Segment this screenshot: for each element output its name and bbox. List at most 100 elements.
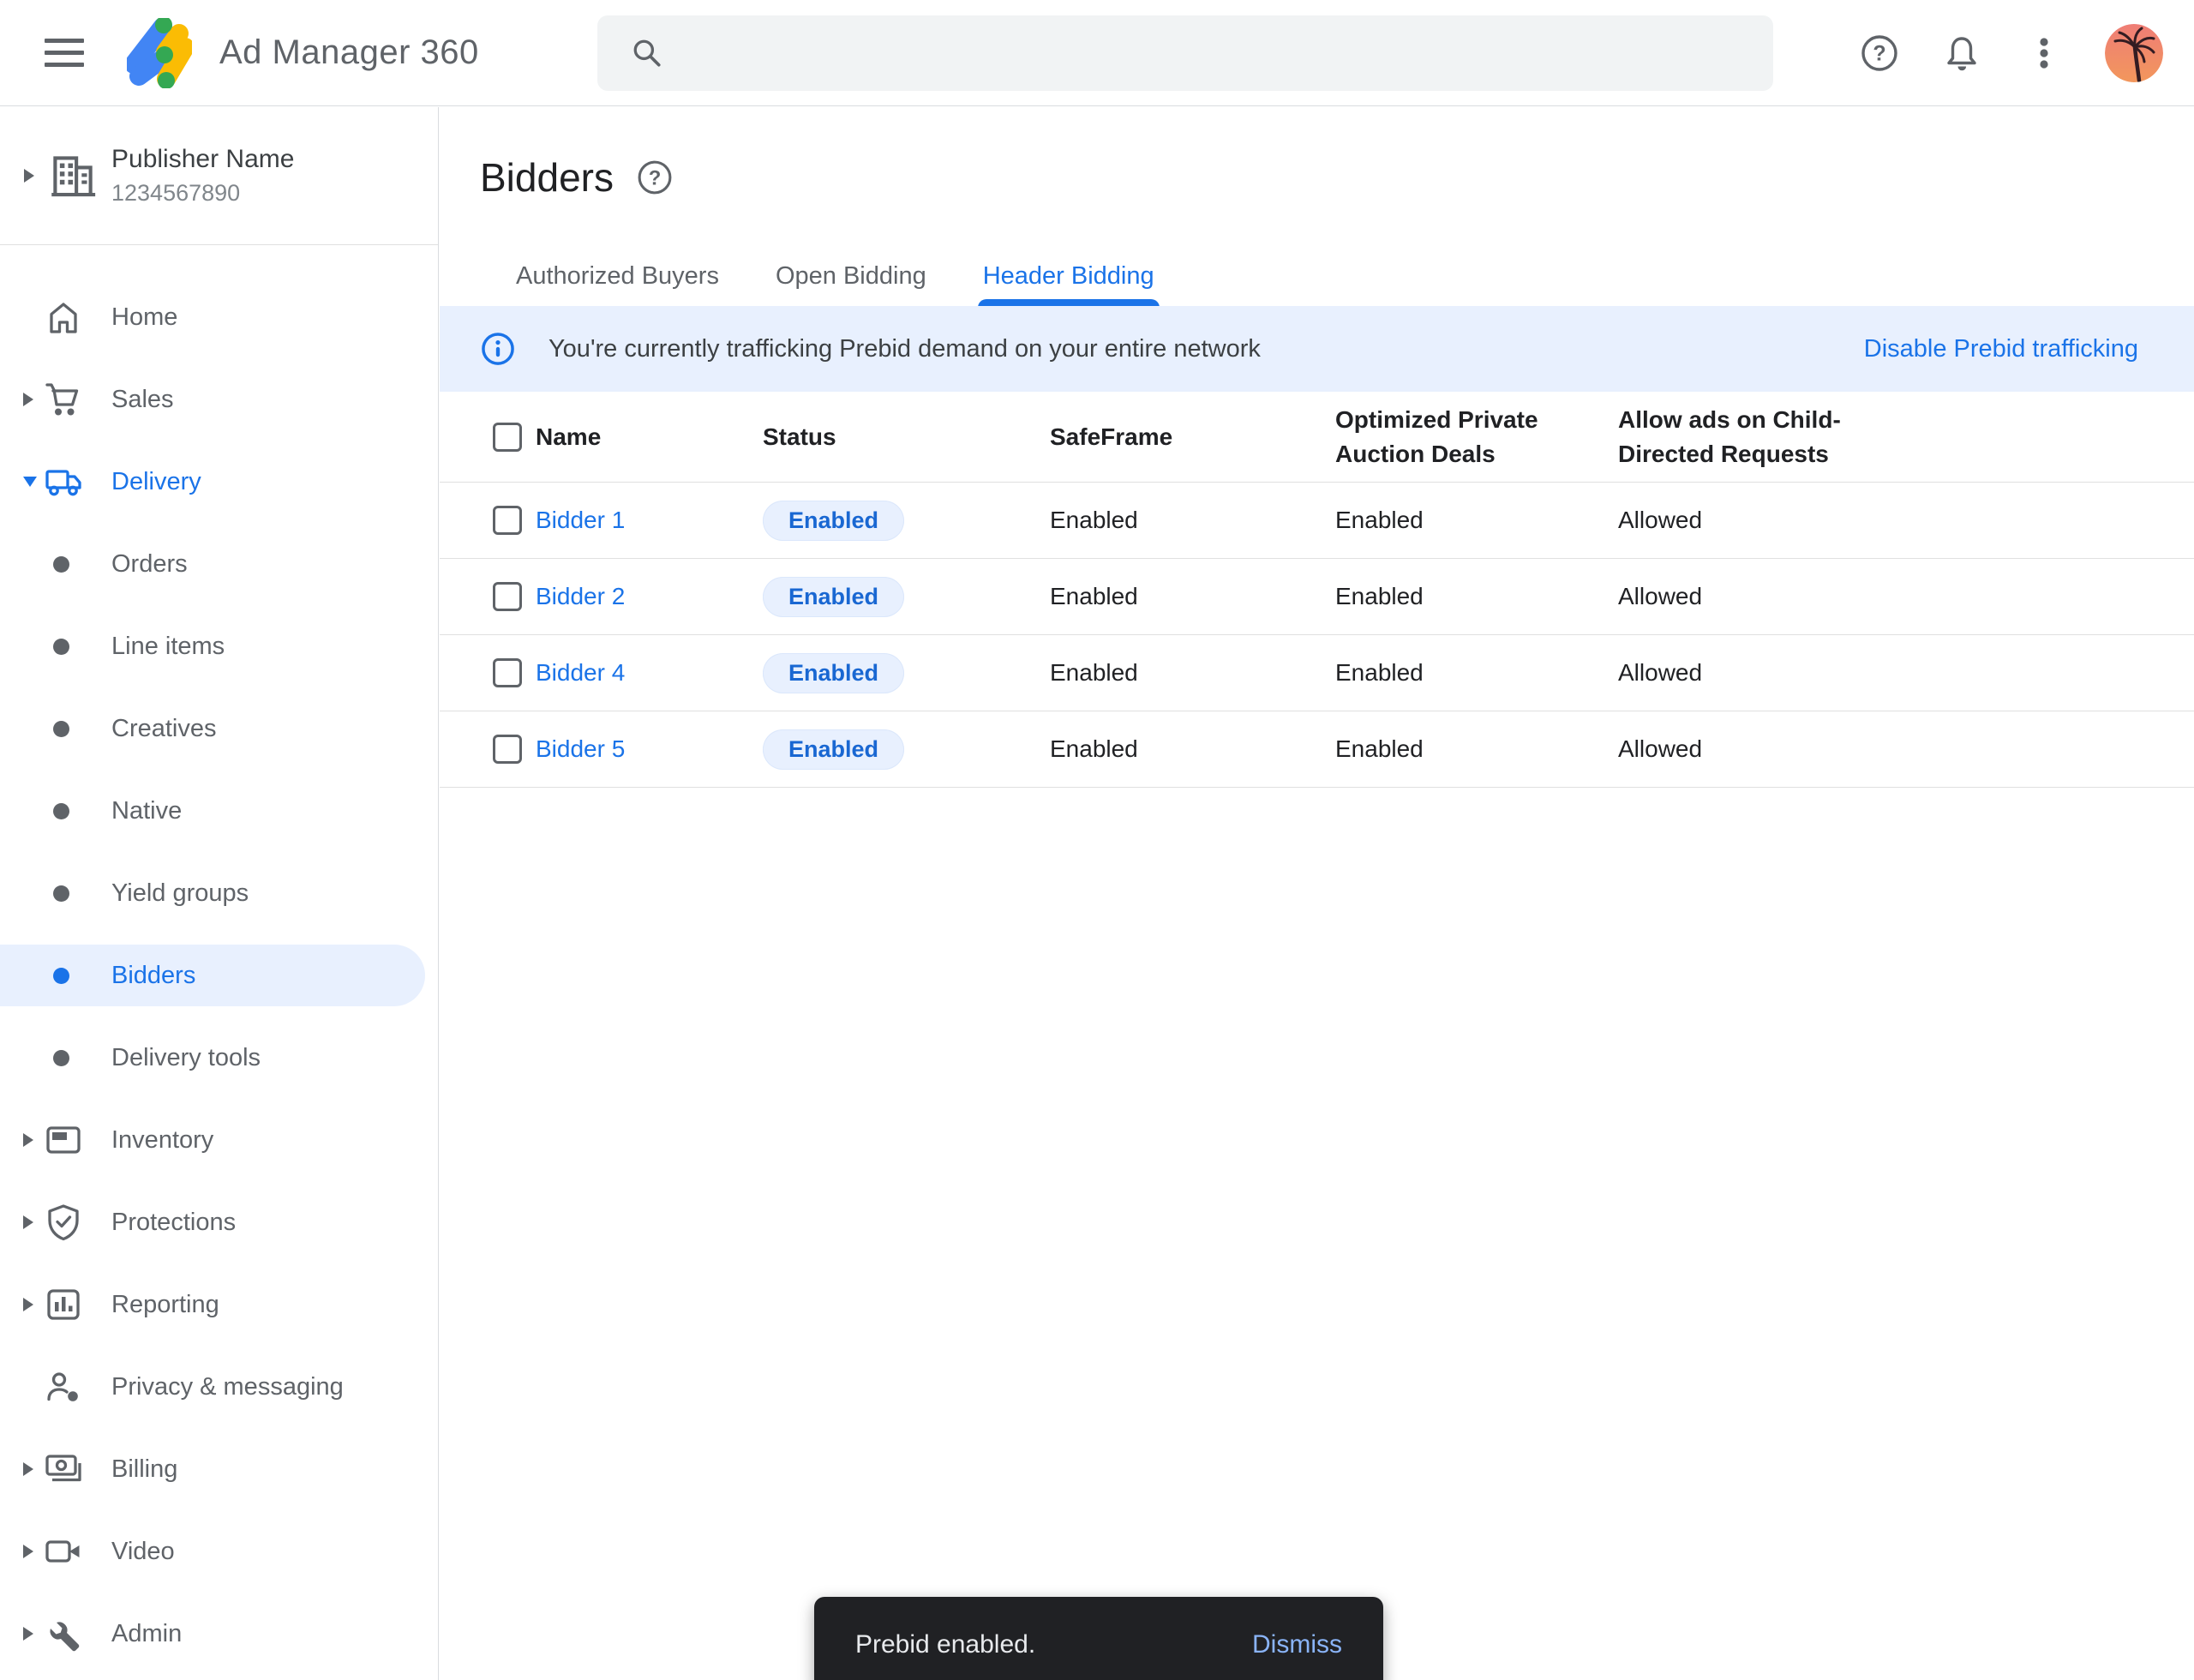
table-row: Bidder 4 Enabled Enabled Enabled Allowed xyxy=(440,635,2194,711)
info-icon xyxy=(480,331,516,367)
column-header-optimized-private-auction-deals: Optimized Private Auction Deals xyxy=(1335,403,1618,471)
bullet-dot-icon xyxy=(53,1050,69,1066)
bidder-link[interactable]: Bidder 2 xyxy=(536,583,625,609)
chevron-right-icon xyxy=(24,169,34,183)
column-header-child-directed: Allow ads on Child- Directed Requests xyxy=(1618,403,2194,471)
sidebar-item-privacy-messaging[interactable]: Privacy & messaging xyxy=(0,1346,438,1428)
status-badge: Enabled xyxy=(763,653,904,693)
disable-prebid-trafficking-link[interactable]: Disable Prebid trafficking xyxy=(1864,335,2138,363)
sidebar-item-sales[interactable]: Sales xyxy=(0,358,438,441)
chevron-right-icon xyxy=(23,1215,33,1229)
chevron-right-icon xyxy=(23,1462,33,1476)
bidder-link[interactable]: Bidder 4 xyxy=(536,659,625,686)
tab-open-bidding[interactable]: Open Bidding xyxy=(776,255,926,297)
row-checkbox[interactable] xyxy=(493,506,522,535)
sidebar-item-delivery[interactable]: Delivery xyxy=(0,441,438,523)
optimized-deals-value: Enabled xyxy=(1335,507,1618,534)
sidebar-nav: Publisher Name 1234567890 Home Sales xyxy=(0,107,439,1680)
help-button[interactable]: ? xyxy=(1858,32,1901,75)
bidder-link[interactable]: Bidder 1 xyxy=(536,507,625,533)
safeframe-value: Enabled xyxy=(1050,507,1335,534)
sidebar-item-bidders[interactable]: Bidders xyxy=(0,934,438,1017)
truck-icon xyxy=(43,461,84,502)
sidebar-item-home[interactable]: Home xyxy=(0,276,438,358)
optimized-deals-value: Enabled xyxy=(1335,583,1618,610)
svg-text:?: ? xyxy=(1873,41,1885,65)
bullet-dot-icon xyxy=(53,639,69,655)
toast-message: Prebid enabled. xyxy=(855,1630,1035,1659)
select-all-checkbox[interactable] xyxy=(493,423,522,452)
sidebar-item-admin[interactable]: Admin xyxy=(0,1593,438,1675)
publisher-name: Publisher Name xyxy=(111,145,294,174)
chevron-right-icon xyxy=(23,1627,33,1641)
prebid-info-banner: You're currently trafficking Prebid dema… xyxy=(440,306,2194,392)
bullet-dot-icon xyxy=(53,721,69,737)
table-row: Bidder 1 Enabled Enabled Enabled Allowed xyxy=(440,483,2194,559)
page-help-icon[interactable]: ? xyxy=(636,159,674,196)
sidebar-item-yield-groups[interactable]: Yield groups xyxy=(0,852,438,934)
optimized-deals-value: Enabled xyxy=(1335,735,1618,763)
sidebar-item-orders[interactable]: Orders xyxy=(0,523,438,605)
safeframe-value: Enabled xyxy=(1050,735,1335,763)
sidebar-item-protections[interactable]: Protections xyxy=(0,1181,438,1263)
sidebar-item-line-items[interactable]: Line items xyxy=(0,605,438,687)
child-directed-value: Allowed xyxy=(1618,583,2194,610)
status-badge: Enabled xyxy=(763,729,904,770)
publisher-network-id: 1234567890 xyxy=(111,180,294,207)
row-checkbox[interactable] xyxy=(493,735,522,764)
home-icon xyxy=(43,297,84,338)
wrench-icon xyxy=(43,1613,84,1654)
notifications-button[interactable] xyxy=(1940,32,1983,75)
shield-check-icon xyxy=(43,1202,84,1243)
tab-header-bidding[interactable]: Header Bidding xyxy=(983,255,1154,297)
column-header-status: Status xyxy=(763,420,1050,454)
row-checkbox[interactable] xyxy=(493,658,522,687)
sidebar-item-inventory[interactable]: Inventory xyxy=(0,1099,438,1181)
status-badge: Enabled xyxy=(763,577,904,617)
ad-manager-logo-icon xyxy=(127,18,192,88)
top-app-bar: Ad Manager 360 ? xyxy=(0,0,2194,106)
table-header-row: Name Status SafeFrame Optimized Private … xyxy=(440,392,2194,483)
banknote-icon xyxy=(43,1449,84,1490)
kebab-menu-icon xyxy=(2023,33,2065,74)
toast-dismiss-button[interactable]: Dismiss xyxy=(1252,1630,1342,1659)
sidebar-item-delivery-tools[interactable]: Delivery tools xyxy=(0,1017,438,1099)
main-content: Bidders ? Authorized Buyers Open Bidding… xyxy=(440,107,2194,1680)
tab-authorized-buyers[interactable]: Authorized Buyers xyxy=(516,255,719,297)
bar-chart-icon xyxy=(43,1284,84,1325)
table-row: Bidder 2 Enabled Enabled Enabled Allowed xyxy=(440,559,2194,635)
chevron-right-icon xyxy=(23,393,33,406)
child-directed-value: Allowed xyxy=(1618,507,2194,534)
bullet-dot-icon xyxy=(53,556,69,573)
hamburger-menu-button[interactable] xyxy=(45,31,84,75)
table-row: Bidder 5 Enabled Enabled Enabled Allowed xyxy=(440,711,2194,788)
person-badge-icon xyxy=(43,1366,84,1407)
row-checkbox[interactable] xyxy=(493,582,522,611)
status-badge: Enabled xyxy=(763,501,904,541)
account-avatar[interactable] xyxy=(2105,24,2163,82)
toast: Prebid enabled. Dismiss xyxy=(814,1597,1383,1680)
building-icon xyxy=(45,147,101,204)
column-header-name: Name xyxy=(536,420,763,454)
search-input[interactable] xyxy=(690,39,1742,68)
search-icon xyxy=(628,34,666,72)
sidebar-item-reporting[interactable]: Reporting xyxy=(0,1263,438,1346)
more-options-button[interactable] xyxy=(2023,32,2065,75)
optimized-deals-value: Enabled xyxy=(1335,659,1618,687)
tab-bar: Authorized Buyers Open Bidding Header Bi… xyxy=(516,255,1154,297)
sidebar-item-native[interactable]: Native xyxy=(0,770,438,852)
bullet-dot-icon xyxy=(53,968,69,984)
publisher-account-switcher[interactable]: Publisher Name 1234567890 xyxy=(0,107,438,245)
chevron-right-icon xyxy=(23,1545,33,1558)
inventory-icon xyxy=(43,1119,84,1161)
global-search[interactable] xyxy=(597,15,1773,91)
bidder-link[interactable]: Bidder 5 xyxy=(536,735,625,762)
sidebar-item-video[interactable]: Video xyxy=(0,1510,438,1593)
safeframe-value: Enabled xyxy=(1050,583,1335,610)
sidebar-item-billing[interactable]: Billing xyxy=(0,1428,438,1510)
bell-icon xyxy=(1941,33,1982,74)
banner-message: You're currently trafficking Prebid dema… xyxy=(548,335,1261,363)
sidebar-item-creatives[interactable]: Creatives xyxy=(0,687,438,770)
child-directed-value: Allowed xyxy=(1618,659,2194,687)
bidders-table: Name Status SafeFrame Optimized Private … xyxy=(440,392,2194,788)
